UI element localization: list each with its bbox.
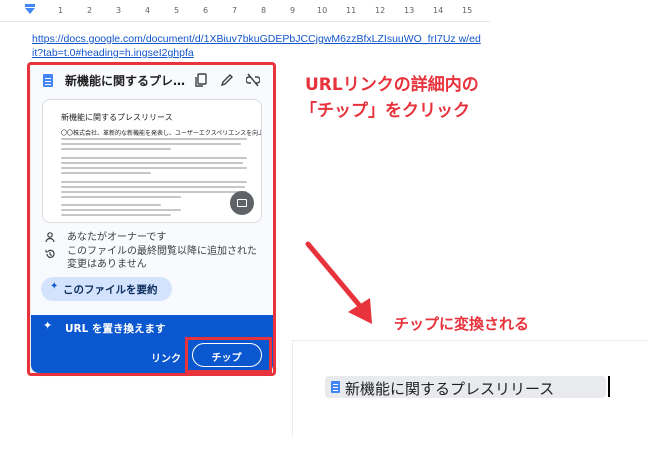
annotation-line-1: URLリンクの詳細内の xyxy=(305,75,479,95)
ruler-tick: 7 xyxy=(232,6,238,15)
ruler-tick: 12 xyxy=(375,6,386,15)
ruler-tick: 14 xyxy=(433,6,444,15)
ruler-tick: 4 xyxy=(145,6,151,15)
doc-url-link[interactable]: https://docs.google.com/document/d/1XBiu… xyxy=(32,32,482,60)
text-cursor xyxy=(608,376,610,397)
google-docs-icon xyxy=(331,381,340,393)
ruler-tick: 5 xyxy=(174,6,180,15)
arrow-icon xyxy=(305,241,372,324)
ruler-tick: 15 xyxy=(462,6,473,15)
ruler-tick: 11 xyxy=(346,6,357,15)
smart-chip-label: 新機能に関するプレスリリース xyxy=(345,380,555,398)
chip-highlight-box xyxy=(185,337,272,373)
ruler-tick: 6 xyxy=(203,6,209,15)
ruler-tick: 10 xyxy=(317,6,328,15)
annotation-line-3: チップに変換される xyxy=(394,315,530,333)
ruler: 1 2 3 4 5 6 7 8 9 10 11 12 13 14 15 xyxy=(0,0,490,22)
ruler-tick: 1 xyxy=(58,6,64,15)
ruler-tick: 8 xyxy=(261,6,267,15)
ruler-tick: 2 xyxy=(87,6,93,15)
indent-marker-icon[interactable] xyxy=(24,4,36,14)
ruler-tick: 9 xyxy=(290,6,296,15)
screenshot: 1 2 3 4 5 6 7 8 9 10 11 12 13 14 15 http… xyxy=(0,0,648,450)
annotation-line-2: 「チップ」をクリック xyxy=(300,101,470,121)
ruler-tick: 3 xyxy=(116,6,122,15)
ruler-tick: 13 xyxy=(404,6,415,15)
card-highlight-box xyxy=(27,62,276,376)
